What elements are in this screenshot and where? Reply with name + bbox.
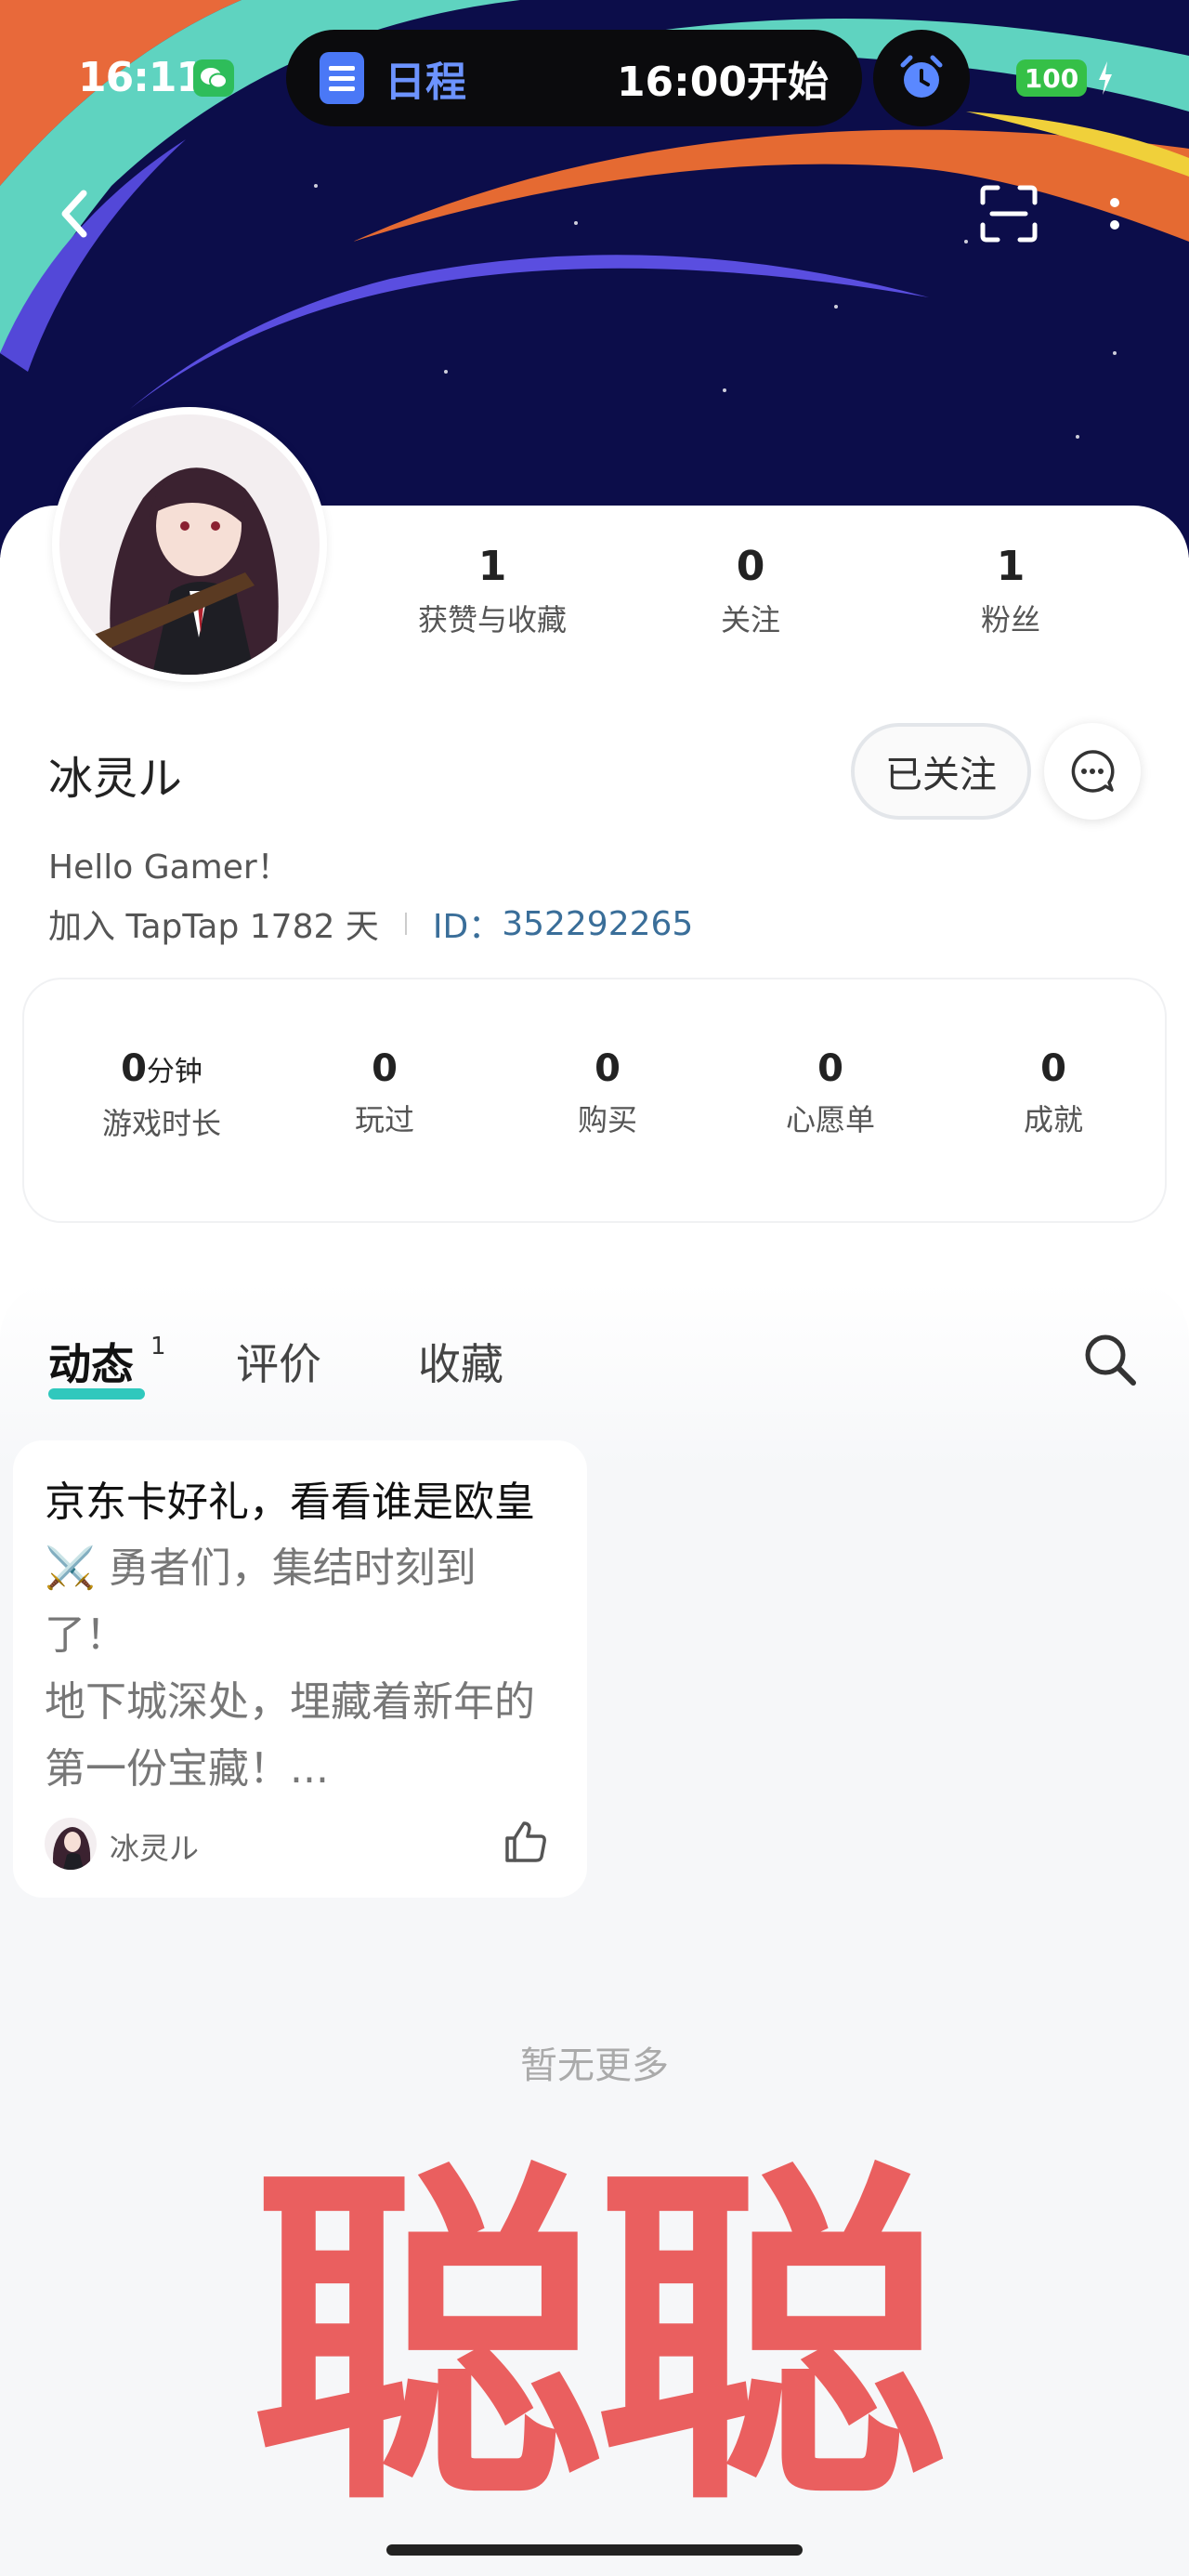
stat-followers-value: 1: [996, 543, 1026, 590]
like-icon[interactable]: [502, 1818, 550, 1866]
stat-likes[interactable]: 1 获赞与收藏: [381, 541, 604, 639]
dynamic-island[interactable]: 日程 16:00开始: [286, 30, 862, 126]
search-icon[interactable]: [1078, 1327, 1143, 1392]
post-body-line: 地下城深处，埋藏着新年的: [45, 1678, 535, 1726]
battery-indicator: 100: [1016, 59, 1087, 97]
joined-days: 加入 TapTap 1782 天: [48, 908, 379, 946]
scan-icon[interactable]: [977, 182, 1040, 245]
gstat-wishlist-label: 心愿单: [785, 1102, 875, 1137]
stat-following-value: 0: [736, 543, 765, 590]
gstat-played-label: 玩过: [354, 1102, 414, 1137]
watermark-text: 聪聪: [251, 2136, 947, 2547]
tab-active-indicator: [48, 1388, 145, 1400]
post-body-line: 了！: [45, 1611, 126, 1659]
island-app-label: 日程: [385, 59, 466, 106]
followed-button[interactable]: 已关注: [851, 723, 1031, 820]
more-icon[interactable]: [1102, 182, 1128, 245]
tab-posts-badge: 1: [150, 1333, 166, 1360]
stat-following-label: 关注: [720, 602, 780, 637]
post-author-avatar[interactable]: [45, 1818, 97, 1870]
home-indicator[interactable]: [386, 2544, 803, 2556]
message-button[interactable]: [1044, 723, 1141, 820]
feed-end-text: 暂无更多: [520, 2044, 669, 2087]
post-body-line: 第一份宝藏！...: [45, 1745, 329, 1793]
avatar[interactable]: [52, 407, 327, 682]
gstat-wishlist-value: 0: [817, 1047, 843, 1090]
gstat-purchased[interactable]: 0 购买: [515, 1045, 700, 1139]
gstat-playtime-value: 0分钟: [121, 1047, 203, 1090]
calendar-icon: [320, 52, 364, 104]
gstat-played-value: 0: [372, 1047, 398, 1090]
tab-reviews[interactable]: 评价: [236, 1331, 321, 1392]
charging-icon: [1099, 61, 1112, 95]
stat-likes-value: 1: [477, 543, 507, 590]
tab-collections[interactable]: 收藏: [418, 1331, 503, 1392]
user-id-label: ID：: [432, 908, 503, 946]
message-icon: [1071, 750, 1115, 793]
gstat-purchased-value: 0: [594, 1047, 621, 1090]
gstat-achievements-label: 成就: [1023, 1102, 1083, 1137]
user-id[interactable]: 352292265: [502, 905, 693, 943]
post-body-line: ⚔️ 勇者们，集结时刻到: [45, 1544, 477, 1592]
alarm-icon[interactable]: [873, 30, 970, 126]
gstat-playtime[interactable]: 0分钟 游戏时长: [69, 1045, 255, 1143]
island-event-time: 16:00开始: [616, 59, 829, 106]
stat-following[interactable]: 0 关注: [639, 541, 862, 639]
username: 冰灵ル: [48, 753, 183, 805]
meta-divider: [404, 913, 407, 935]
bio: Hello Gamer！: [48, 848, 291, 887]
post-title: 京东卡好礼，看看谁是欧皇: [45, 1479, 535, 1526]
wechat-icon: [193, 59, 234, 97]
gstat-achievements[interactable]: 0 成就: [960, 1045, 1146, 1139]
profile-meta: 加入 TapTap 1782 天 ID： 352292265: [48, 900, 693, 948]
stat-likes-label: 获赞与收藏: [417, 602, 567, 637]
stat-followers-label: 粉丝: [980, 602, 1040, 637]
gstat-playtime-label: 游戏时长: [101, 1106, 221, 1141]
gstat-purchased-label: 购买: [577, 1102, 637, 1137]
tab-posts[interactable]: 动态: [48, 1331, 134, 1392]
gstat-wishlist[interactable]: 0 心愿单: [738, 1045, 923, 1139]
post-body: ⚔️ 勇者们，集结时刻到 了！ 地下城深处，埋藏着新年的 第一份宝藏！...: [45, 1535, 574, 1803]
stat-followers[interactable]: 1 粉丝: [899, 541, 1122, 639]
gstat-played[interactable]: 0 玩过: [292, 1045, 477, 1139]
post-author-name[interactable]: 冰灵ル: [110, 1825, 199, 1868]
gstat-playtime-unit: 分钟: [146, 1056, 203, 1088]
gstat-achievements-value: 0: [1040, 1047, 1066, 1090]
status-time: 16:11: [78, 54, 204, 101]
back-icon[interactable]: [52, 182, 97, 245]
